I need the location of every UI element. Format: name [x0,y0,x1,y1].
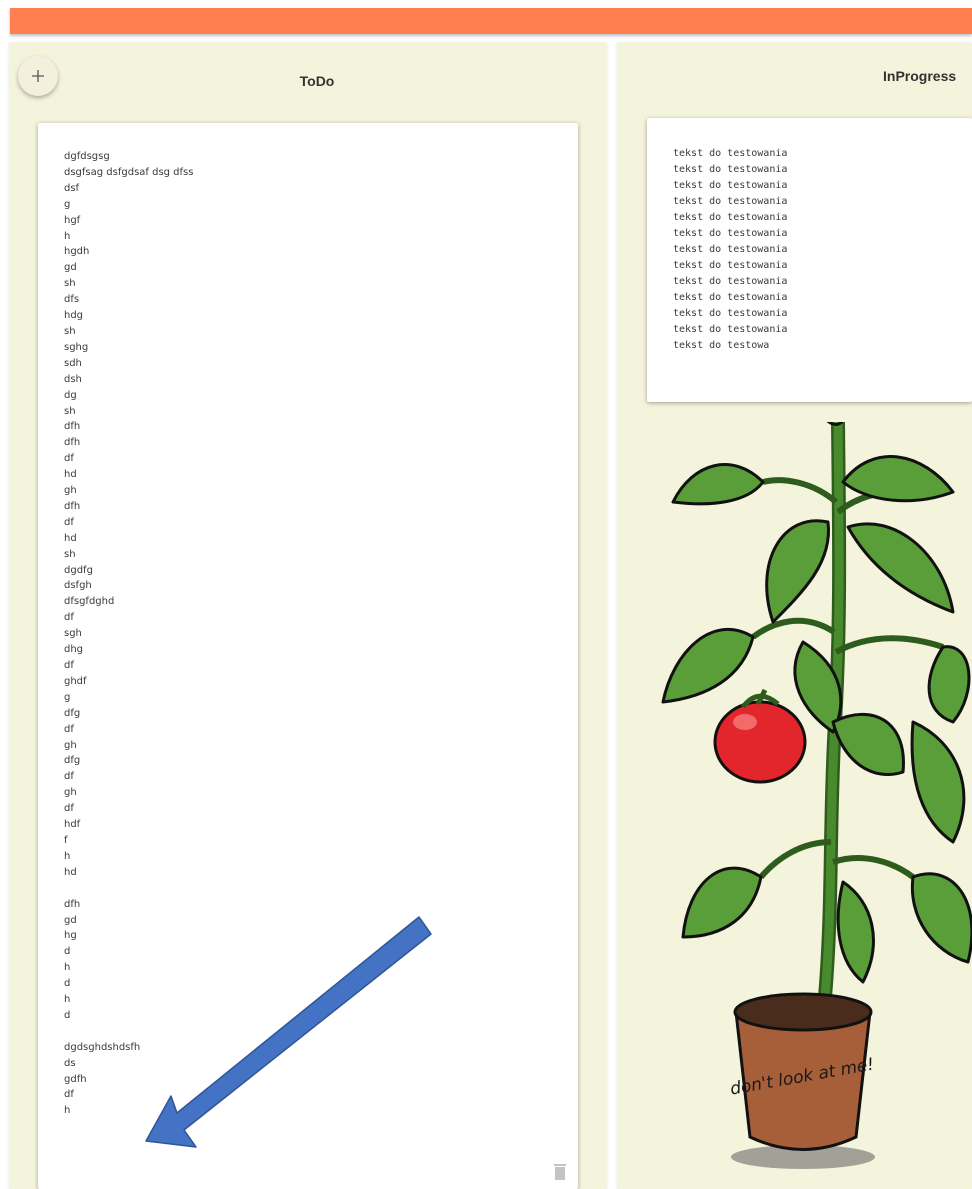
note-text[interactable]: tekst do testowania tekst do testowania … [673,146,787,354]
trash-icon[interactable] [553,1163,567,1181]
note-text[interactable]: dgfdsgsg dsgfsag dsfgdsaf dsg dfss dsf g… [64,149,193,1119]
note-card[interactable]: tekst do testowania tekst do testowania … [647,118,972,402]
tomato-plant-illustration: don't look at me! [661,422,972,1169]
note-card[interactable]: dgfdsgsg dsgfsag dsfgdsaf dsg dfss dsf g… [38,123,578,1189]
column-todo: ToDo dgfdsgsg dsgfsag dsfgdsaf dsg dfss … [9,42,607,1189]
top-app-bar [10,8,972,34]
column-title-inprogress: InProgress [883,68,957,84]
column-title-todo: ToDo [299,73,335,89]
column-inprogress: InProgress tekst do testowania tekst do … [617,42,972,1189]
